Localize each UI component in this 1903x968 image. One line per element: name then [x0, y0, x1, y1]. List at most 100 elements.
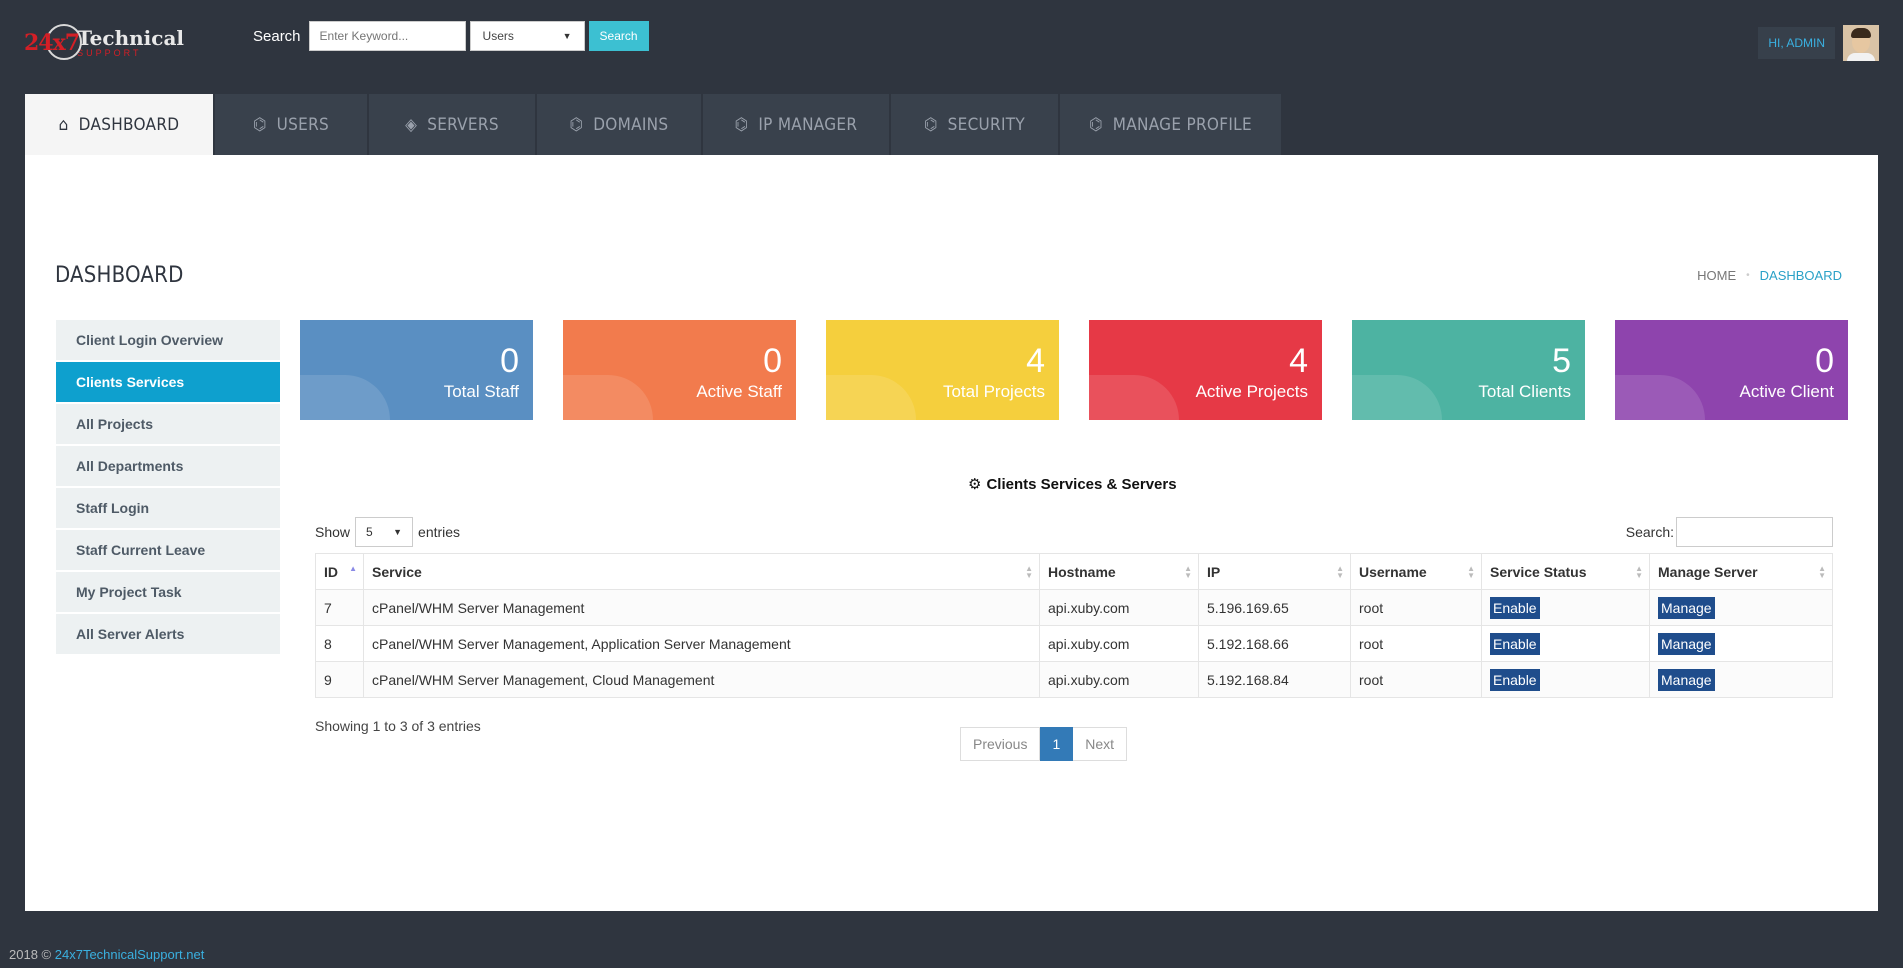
footer-link[interactable]: 24x7TechnicalSupport.net [55, 947, 205, 962]
column-label: Username [1359, 563, 1427, 580]
sidebar-item-staff-current-leave[interactable]: Staff Current Leave [56, 530, 280, 570]
pagination-previous[interactable]: Previous [960, 727, 1041, 761]
sidebar-item-all-projects[interactable]: All Projects [56, 404, 280, 444]
search-scope-select[interactable]: Users ▼ [469, 21, 585, 51]
tab-manage-profile[interactable]: ⌬ MANAGE PROFILE [1060, 94, 1281, 155]
user-greeting[interactable]: HI, ADMIN [1758, 27, 1835, 59]
manage-button[interactable]: Manage [1658, 596, 1715, 619]
show-label: Show [315, 524, 351, 540]
column-header-service-status[interactable]: Service Status ▲ ▼ [1481, 553, 1650, 590]
sort-icon: ▲ ▼ [1635, 564, 1643, 580]
tab-ip-manager[interactable]: ⌬ IP MANAGER [703, 94, 891, 155]
sort-icon: ▲ ▼ [1184, 564, 1192, 580]
stat-cards: 0 Total Staff 0 Active Staff 4 Total Pro… [300, 320, 1848, 420]
cell-service: cPanel/WHM Server Management, Applicatio… [363, 625, 1040, 662]
avatar-hair [1851, 28, 1871, 38]
card-decoration [1352, 375, 1442, 420]
manage-button[interactable]: Manage [1658, 668, 1715, 691]
sort-icon: ▲ ▼ [1818, 564, 1826, 580]
tab-domains[interactable]: ⌬ DOMAINS [537, 94, 703, 155]
sidebar-item-all-server-alerts[interactable]: All Server Alerts [56, 614, 280, 654]
sidebar: Client Login Overview Clients Services A… [56, 320, 280, 656]
search-input[interactable] [308, 21, 466, 51]
stat-card-active-projects[interactable]: 4 Active Projects [1089, 320, 1322, 420]
gear-icon: ⚙ [968, 476, 982, 493]
avatar[interactable] [1843, 25, 1879, 61]
search-button[interactable]: Search [588, 21, 649, 51]
breadcrumb-home[interactable]: HOME [1697, 268, 1736, 283]
column-label: Manage Server [1658, 563, 1758, 580]
manage-button[interactable]: Manage [1658, 632, 1715, 655]
section-title: ⚙ Clients Services & Servers [968, 475, 1177, 494]
logo-text: Technical SUPPORT [77, 28, 184, 58]
tab-label: SERVERS [427, 114, 499, 135]
entries-value: 5 [366, 525, 373, 539]
tag-icon: ⌬ [1089, 114, 1103, 135]
cell-hostname: api.xuby.com [1039, 589, 1199, 626]
table-search: Search: [1626, 517, 1833, 547]
card-decoration [1615, 375, 1705, 420]
sort-icon: ▲ ▼ [1336, 564, 1344, 580]
stat-card-total-staff[interactable]: 0 Total Staff [300, 320, 533, 420]
tab-label: DASHBOARD [78, 114, 180, 135]
pagination-page-1[interactable]: 1 [1040, 727, 1074, 761]
enable-button[interactable]: Enable [1490, 596, 1540, 619]
cell-ip: 5.192.168.84 [1198, 661, 1351, 698]
stat-value: 0 [763, 342, 782, 380]
column-header-service[interactable]: Service ▲ ▼ [363, 553, 1040, 590]
pagination-next[interactable]: Next [1073, 727, 1128, 761]
entries-select[interactable]: 5 ▼ [355, 517, 414, 547]
table-info: Showing 1 to 3 of 3 entries [315, 718, 481, 734]
column-header-ip[interactable]: IP ▲ ▼ [1198, 553, 1351, 590]
tab-security[interactable]: ⌬ SECURITY [891, 94, 1060, 155]
enable-button[interactable]: Enable [1490, 668, 1540, 691]
stat-card-total-projects[interactable]: 4 Total Projects [826, 320, 1059, 420]
sidebar-item-all-departments[interactable]: All Departments [56, 446, 280, 486]
stat-card-active-staff[interactable]: 0 Active Staff [563, 320, 796, 420]
card-decoration [826, 375, 916, 420]
cell-manage: Manage [1649, 625, 1833, 662]
cell-username: root [1350, 661, 1482, 698]
cell-id: 8 [315, 625, 364, 662]
sidebar-item-client-login-overview[interactable]: Client Login Overview [56, 320, 280, 360]
header-search: Search Users ▼ Search [253, 20, 649, 52]
column-label: ID [324, 563, 338, 580]
column-header-hostname[interactable]: Hostname ▲ ▼ [1039, 553, 1199, 590]
card-decoration [1089, 375, 1179, 420]
page-title: DASHBOARD [55, 263, 184, 288]
breadcrumb: HOME • DASHBOARD [1697, 268, 1842, 283]
table-search-input[interactable] [1676, 517, 1833, 547]
tab-servers[interactable]: ◈ SERVERS [369, 94, 537, 155]
cell-status: Enable [1481, 661, 1650, 698]
stat-value: 0 [1815, 342, 1834, 380]
column-header-username[interactable]: Username ▲ ▼ [1350, 553, 1482, 590]
stat-value: 4 [1026, 342, 1045, 380]
sidebar-item-clients-services[interactable]: Clients Services [56, 362, 280, 402]
pagination: Previous 1 Next [960, 727, 1128, 761]
column-header-manage-server[interactable]: Manage Server ▲ ▼ [1649, 553, 1833, 590]
stat-label: Total Clients [1478, 382, 1571, 401]
cell-service: cPanel/WHM Server Management, Cloud Mana… [363, 661, 1040, 698]
tab-dashboard[interactable]: ⌂ DASHBOARD [25, 94, 215, 155]
sidebar-item-my-project-task[interactable]: My Project Task [56, 572, 280, 612]
tab-label: DOMAINS [593, 114, 669, 135]
column-label: Service Status [1490, 563, 1587, 580]
card-decoration [563, 375, 653, 420]
cell-service: cPanel/WHM Server Management [363, 589, 1040, 626]
enable-button[interactable]: Enable [1490, 632, 1540, 655]
column-header-id[interactable]: ID ▲ [315, 553, 364, 590]
footer-copyright: 2018 © [9, 947, 52, 962]
table-row: 8 cPanel/WHM Server Management, Applicat… [315, 625, 1833, 662]
cell-ip: 5.192.168.66 [1198, 625, 1351, 662]
logo-mark: 24x7 [24, 18, 82, 68]
stat-card-active-client[interactable]: 0 Active Client [1615, 320, 1848, 420]
caret-down-icon: ▼ [393, 527, 403, 537]
logo-number: 24x7 [24, 30, 80, 56]
main-nav: ⌂ DASHBOARD ⌬ USERS ◈ SERVERS ⌬ DOMAINS … [25, 94, 1281, 155]
logo[interactable]: 24x7 Technical SUPPORT [24, 18, 184, 68]
tab-users[interactable]: ⌬ USERS [215, 94, 369, 155]
sidebar-item-staff-login[interactable]: Staff Login [56, 488, 280, 528]
stat-card-total-clients[interactable]: 5 Total Clients [1352, 320, 1585, 420]
search-label: Search [253, 27, 301, 45]
breadcrumb-current: DASHBOARD [1759, 268, 1842, 283]
